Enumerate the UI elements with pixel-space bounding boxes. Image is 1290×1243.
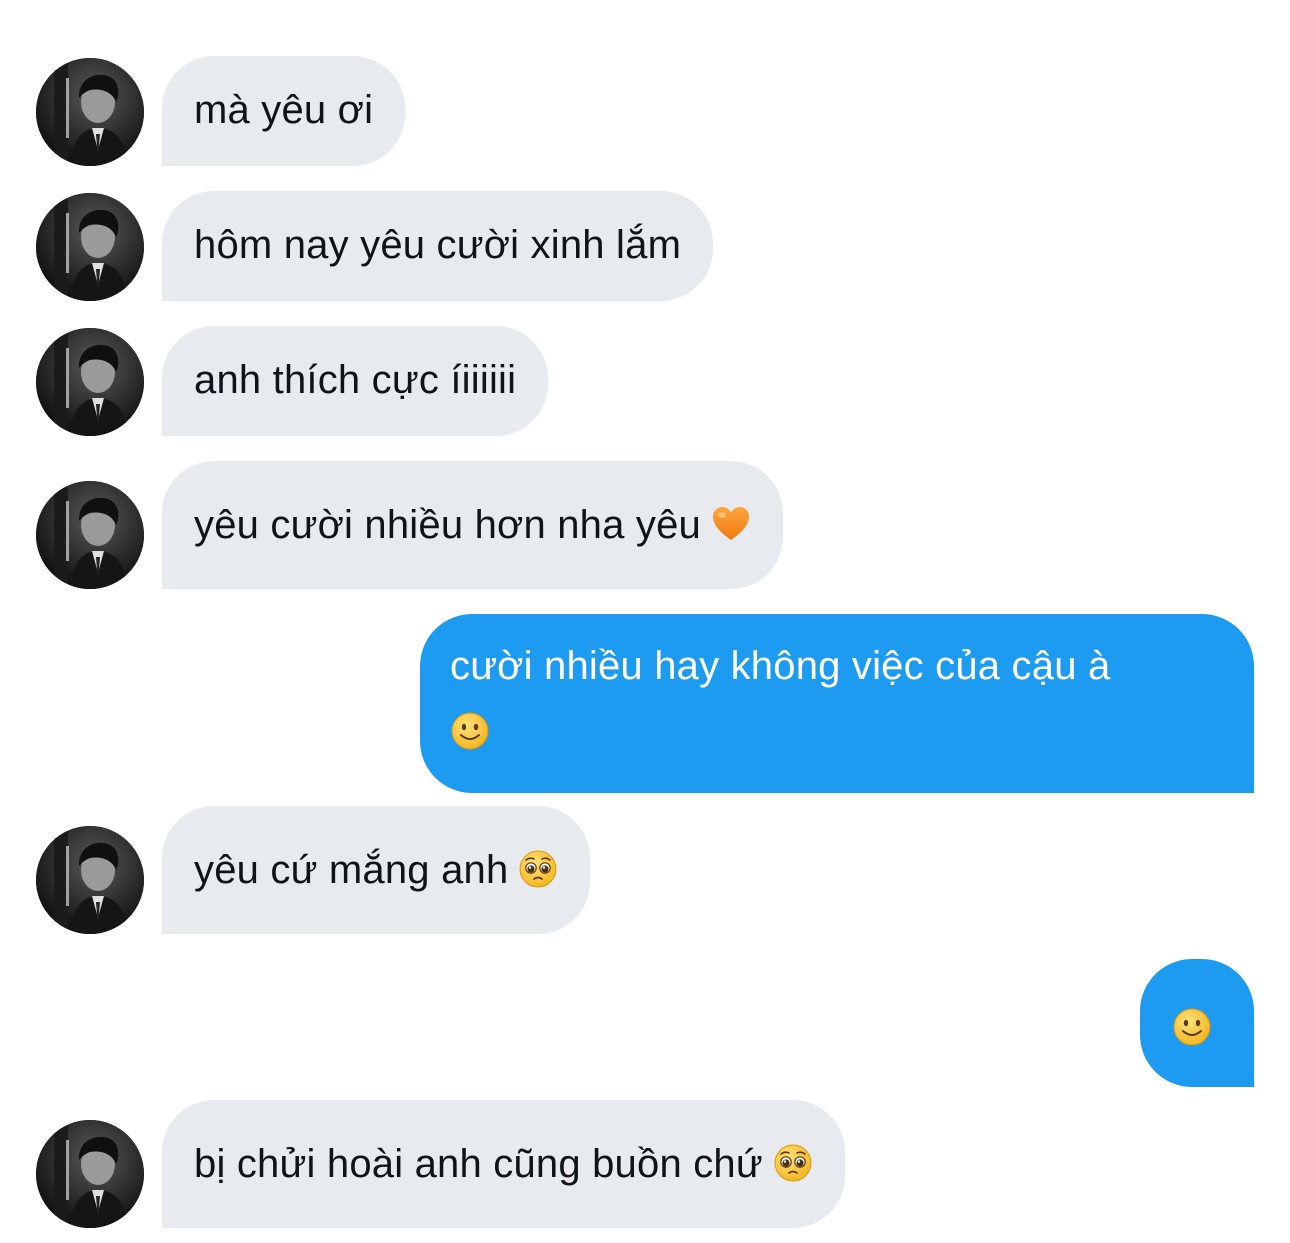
message-bubble-incoming: bị chửi hoài anh cũng buồn chứ: [162, 1100, 845, 1228]
message-text: yêu cười nhiều hơn nha yêu: [194, 503, 701, 547]
message-bubble-incoming: anh thích cực íiiiiii: [162, 326, 549, 436]
slightly-smiling-face-icon: [1172, 1007, 1212, 1047]
avatar[interactable]: [36, 826, 144, 934]
message-bubble-outgoing: [1140, 959, 1254, 1087]
message-text: bị chửi hoài anh cũng buồn chứ: [194, 1142, 763, 1186]
slightly-smiling-face-icon: [450, 711, 490, 751]
avatar[interactable]: [36, 328, 144, 436]
pleading-face-icon: [773, 1143, 813, 1183]
message-bubble-incoming: yêu cứ mắng anh: [162, 806, 591, 934]
avatar[interactable]: [36, 1120, 144, 1228]
avatar[interactable]: [36, 481, 144, 589]
message-text: yêu cứ mắng anh: [194, 848, 509, 892]
pleading-face-icon: [518, 849, 558, 889]
message-text: anh thích cực íiiiiii: [194, 358, 517, 402]
message-text: cười nhiều hay không việc của cậu à: [450, 644, 1111, 688]
avatar[interactable]: [36, 193, 144, 301]
message-text: hôm nay yêu cười xinh lắm: [194, 223, 682, 267]
message-bubble-outgoing: cười nhiều hay không việc của cậu à: [420, 614, 1254, 793]
orange-heart-icon: [711, 504, 751, 544]
message-bubble-incoming: mà yêu ơi: [162, 56, 406, 166]
avatar[interactable]: [36, 58, 144, 166]
message-bubble-incoming: yêu cười nhiều hơn nha yêu: [162, 461, 783, 589]
message-bubble-incoming: hôm nay yêu cười xinh lắm: [162, 191, 714, 301]
message-text: mà yêu ơi: [194, 88, 374, 132]
